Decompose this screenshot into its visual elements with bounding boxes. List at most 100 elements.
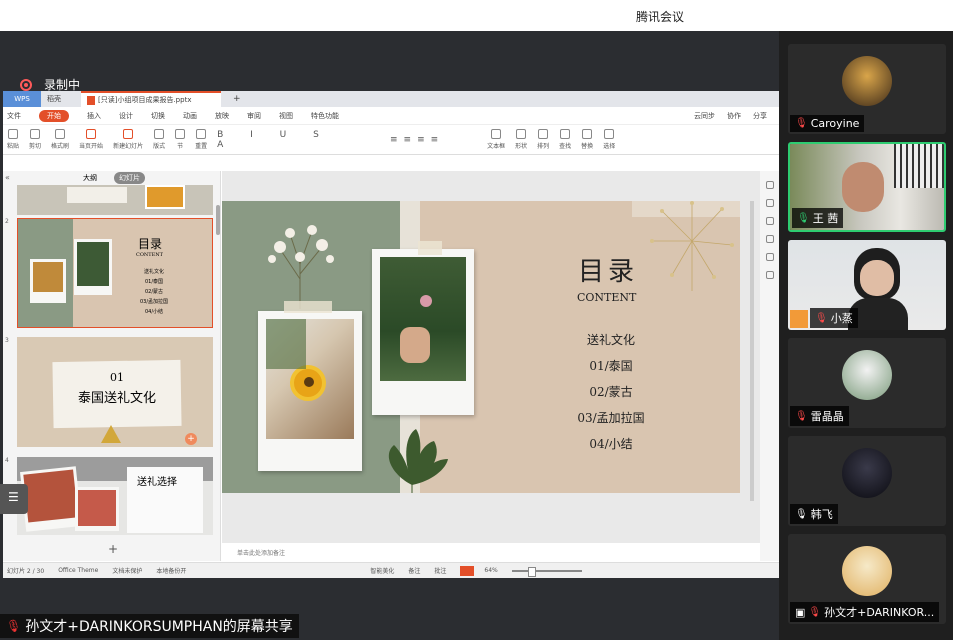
play-from-current-button[interactable]: 当页开始 — [79, 129, 103, 150]
thumb-polaroid — [30, 259, 66, 303]
document-tab[interactable]: [只读]小组项目成果报告.pptx — [81, 91, 221, 107]
new-tab-button[interactable]: + — [221, 91, 247, 107]
current-slide[interactable]: 目录 CONTENT 送礼文化 01/泰国 02/蒙古 03/孟加拉国 04/小… — [222, 201, 740, 493]
menu-insert[interactable]: 插入 — [87, 111, 101, 121]
paste-button[interactable]: 粘贴 — [7, 129, 19, 150]
add-slide-icon[interactable]: + — [185, 433, 197, 445]
new-slide-button[interactable]: 新建幻灯片 — [113, 129, 143, 150]
mic-muted-icon: 🎙 — [815, 312, 828, 324]
menu-animation[interactable]: 动画 — [183, 111, 197, 121]
thumb-subtitle: CONTENT — [136, 252, 163, 258]
slide-thumb-4[interactable]: 送礼选择 — [17, 457, 213, 535]
participant-tile[interactable]: 🎙 雷晶晶 — [788, 338, 946, 428]
section-button[interactable]: 节 — [175, 129, 186, 150]
tool-icon[interactable] — [765, 271, 774, 279]
ribbon-menu: 文件 开始 插入 设计 切换 动画 放映 审阅 视图 特色功能 云同步 协作 分… — [3, 107, 779, 125]
tool-icon[interactable] — [765, 235, 774, 243]
menu-slideshow[interactable]: 放映 — [215, 111, 229, 121]
menu-view[interactable]: 视图 — [279, 111, 293, 121]
find-button[interactable]: 查找 — [559, 129, 571, 150]
tab-slides[interactable]: 幻灯片 — [114, 172, 145, 184]
share-button[interactable]: 分享 — [753, 111, 767, 121]
play-slideshow-button[interactable] — [460, 565, 475, 576]
reset-icon — [196, 129, 207, 139]
toc-item: 送礼文化 — [586, 333, 635, 347]
tool-icon[interactable] — [765, 253, 774, 261]
menu-review[interactable]: 审阅 — [247, 111, 261, 121]
sunflower-polaroid — [258, 311, 362, 471]
panel-view-tabs: 大纲 幻灯片 — [3, 171, 220, 185]
participant-name: ▣ 🎙 孙文才+DARINKOR... — [790, 602, 940, 622]
notes-toggle[interactable]: 备注 — [408, 566, 420, 575]
backup-status[interactable]: 本地备份开 — [156, 566, 186, 575]
title-bar: 腾讯会议 — [0, 0, 953, 31]
participant-tile[interactable]: 🎙 小蒸 — [788, 240, 946, 330]
shape-button[interactable]: 形状 — [515, 129, 527, 150]
brush-icon — [55, 129, 66, 139]
play-icon — [86, 129, 97, 139]
tool-icon[interactable] — [765, 199, 774, 207]
collab-button[interactable]: 协作 — [727, 111, 741, 121]
thumb-title: 目录 — [138, 237, 163, 251]
add-slide-button[interactable]: + — [108, 542, 118, 556]
slide-thumb-3[interactable]: 01 泰国送礼文化 + — [17, 337, 213, 447]
thumb-scrollbar[interactable] — [216, 205, 220, 235]
menu-file[interactable]: 文件 — [7, 111, 21, 121]
layout-button[interactable]: 版式 — [153, 129, 165, 150]
thumb-subtitle: 泰国送礼文化 — [77, 391, 156, 406]
beautify-button[interactable]: 智能美化 — [370, 566, 394, 575]
reset-button[interactable]: 重置 — [195, 129, 207, 150]
tab-outline[interactable]: 大纲 — [78, 172, 102, 184]
slide-thumbnail-panel: « 大纲 幻灯片 2 目录 CONTENT 送礼文化 01/泰国 02/蒙古 0… — [3, 171, 221, 561]
replace-button[interactable]: 替换 — [581, 129, 593, 150]
participant-tile[interactable]: ▣ 🎙 孙文才+DARINKOR... — [788, 534, 946, 624]
comment-toggle[interactable]: 批注 — [434, 566, 446, 575]
zoom-level[interactable]: 64% — [484, 567, 497, 574]
sunflower-center — [304, 377, 314, 387]
plus-icon: + — [233, 94, 241, 104]
pagoda-image — [101, 425, 121, 443]
mic-live-icon: 🎙 — [797, 212, 810, 224]
notes-pane[interactable]: 单击此处添加备注 — [222, 543, 760, 561]
menu-transition[interactable]: 切换 — [151, 111, 165, 121]
replace-icon — [582, 129, 593, 139]
font-group[interactable]: B I U S A — [217, 130, 347, 150]
doc-protect-status[interactable]: 文档未保护 — [112, 566, 142, 575]
mic-muted-icon: 🎙 — [795, 410, 808, 422]
cloud-sync-button[interactable]: 云同步 — [694, 111, 715, 121]
participant-tile[interactable]: 🎙 韩飞 — [788, 436, 946, 526]
arrange-button[interactable]: 排列 — [537, 129, 549, 150]
mic-muted-icon: 🎙 — [795, 118, 808, 129]
record-icon — [20, 78, 32, 91]
slide-thumb-1[interactable] — [17, 185, 213, 215]
textbox-button[interactable]: 文本框 — [487, 129, 505, 150]
dandelion-image — [650, 201, 734, 291]
slide-title: 目录 — [578, 257, 639, 287]
participant-tile[interactable]: 🎙 王 茜 — [788, 142, 946, 232]
arrange-icon — [538, 129, 549, 139]
slide-number: 2 — [5, 218, 9, 225]
slide-thumb-2[interactable]: 目录 CONTENT 送礼文化 01/泰国 02/蒙古 03/孟加拉国 04/小… — [17, 218, 213, 328]
wps-home-tab[interactable]: WPS — [3, 91, 41, 107]
menu-special[interactable]: 特色功能 — [311, 111, 339, 121]
menu-start[interactable]: 开始 — [39, 109, 69, 122]
participant-tile[interactable]: 🎙 Caroyine — [788, 44, 946, 134]
tool-icon[interactable] — [765, 217, 774, 225]
avatar — [842, 350, 892, 400]
canvas-scrollbar[interactable] — [750, 201, 754, 501]
status-bar: 幻灯片 2 / 30 Office Theme 文档未保护 本地备份开 智能美化… — [3, 562, 779, 578]
leaves-shape — [266, 319, 306, 369]
right-tool-strip — [760, 171, 779, 561]
floating-menu-button[interactable] — [0, 484, 28, 514]
tool-icon[interactable] — [765, 181, 774, 189]
select-button[interactable]: 选择 — [603, 129, 615, 150]
format-painter-button[interactable]: 格式刷 — [51, 129, 69, 150]
paragraph-group[interactable]: ≡≡≡≡ — [357, 135, 477, 145]
slide-number: 4 — [5, 457, 9, 464]
cut-button[interactable]: 剪切 — [29, 129, 41, 150]
zoom-slider[interactable] — [511, 566, 582, 577]
shape-icon — [516, 129, 527, 139]
menu-design[interactable]: 设计 — [119, 111, 133, 121]
collapse-panel-icon[interactable]: « — [5, 173, 10, 182]
docer-tab[interactable]: 稻壳 — [41, 91, 81, 107]
